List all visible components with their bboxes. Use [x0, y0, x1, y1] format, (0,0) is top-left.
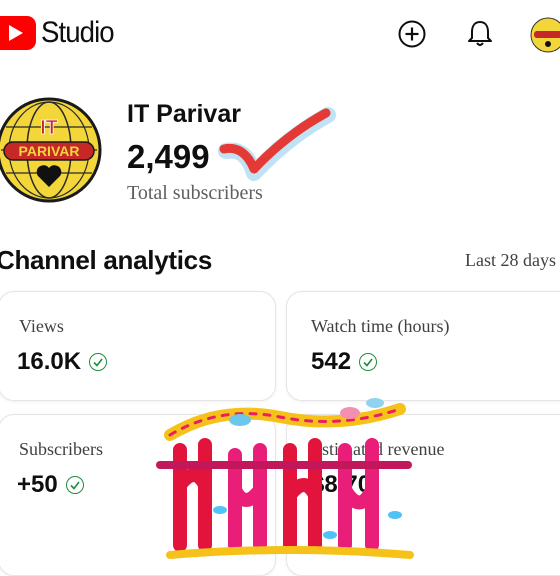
date-range-label[interactable]: Last 28 days [465, 250, 556, 271]
subscriber-count: 2,499 [127, 138, 210, 175]
card-value: 542 [311, 348, 378, 376]
card-value: 16.0K [17, 348, 108, 376]
views-value: 16.0K [17, 348, 82, 375]
dhanyavaad-sticker-icon [156, 398, 414, 559]
channel-analytics-title: Channel analytics [0, 245, 212, 275]
top-app-bar: Studio [0, 0, 560, 70]
red-checkmark-sticker-icon [218, 107, 336, 181]
watch-time-card[interactable]: Watch time (hours) 542 [286, 291, 560, 401]
plus-circle-icon [398, 20, 426, 48]
create-button[interactable] [396, 18, 428, 50]
channel-avatar-icon [530, 17, 560, 53]
channel-avatar[interactable]: IT PARIVAR [0, 97, 102, 203]
subscribers-value: +50 [17, 471, 58, 498]
views-card[interactable]: Views 16.0K [0, 291, 276, 401]
studio-logo[interactable]: Studio [0, 16, 120, 50]
card-value: +50 [17, 471, 84, 499]
globe-logo-icon: IT PARIVAR [0, 97, 102, 203]
bell-icon [468, 21, 492, 46]
card-label: Views [19, 316, 64, 336]
notifications-button[interactable] [464, 18, 496, 50]
check-circle-icon [65, 476, 84, 494]
check-circle-icon [359, 353, 378, 371]
watch-time-value: 542 [311, 348, 352, 375]
card-label: Watch time (hours) [311, 316, 450, 336]
avatar-text-it: IT [40, 117, 58, 139]
avatar-text-banner: PARIVAR [19, 143, 80, 159]
youtube-play-icon [0, 16, 36, 50]
app-name: Studio [41, 16, 115, 49]
account-avatar[interactable] [530, 17, 560, 53]
card-label: Subscribers [19, 439, 103, 459]
check-circle-icon [89, 353, 108, 371]
